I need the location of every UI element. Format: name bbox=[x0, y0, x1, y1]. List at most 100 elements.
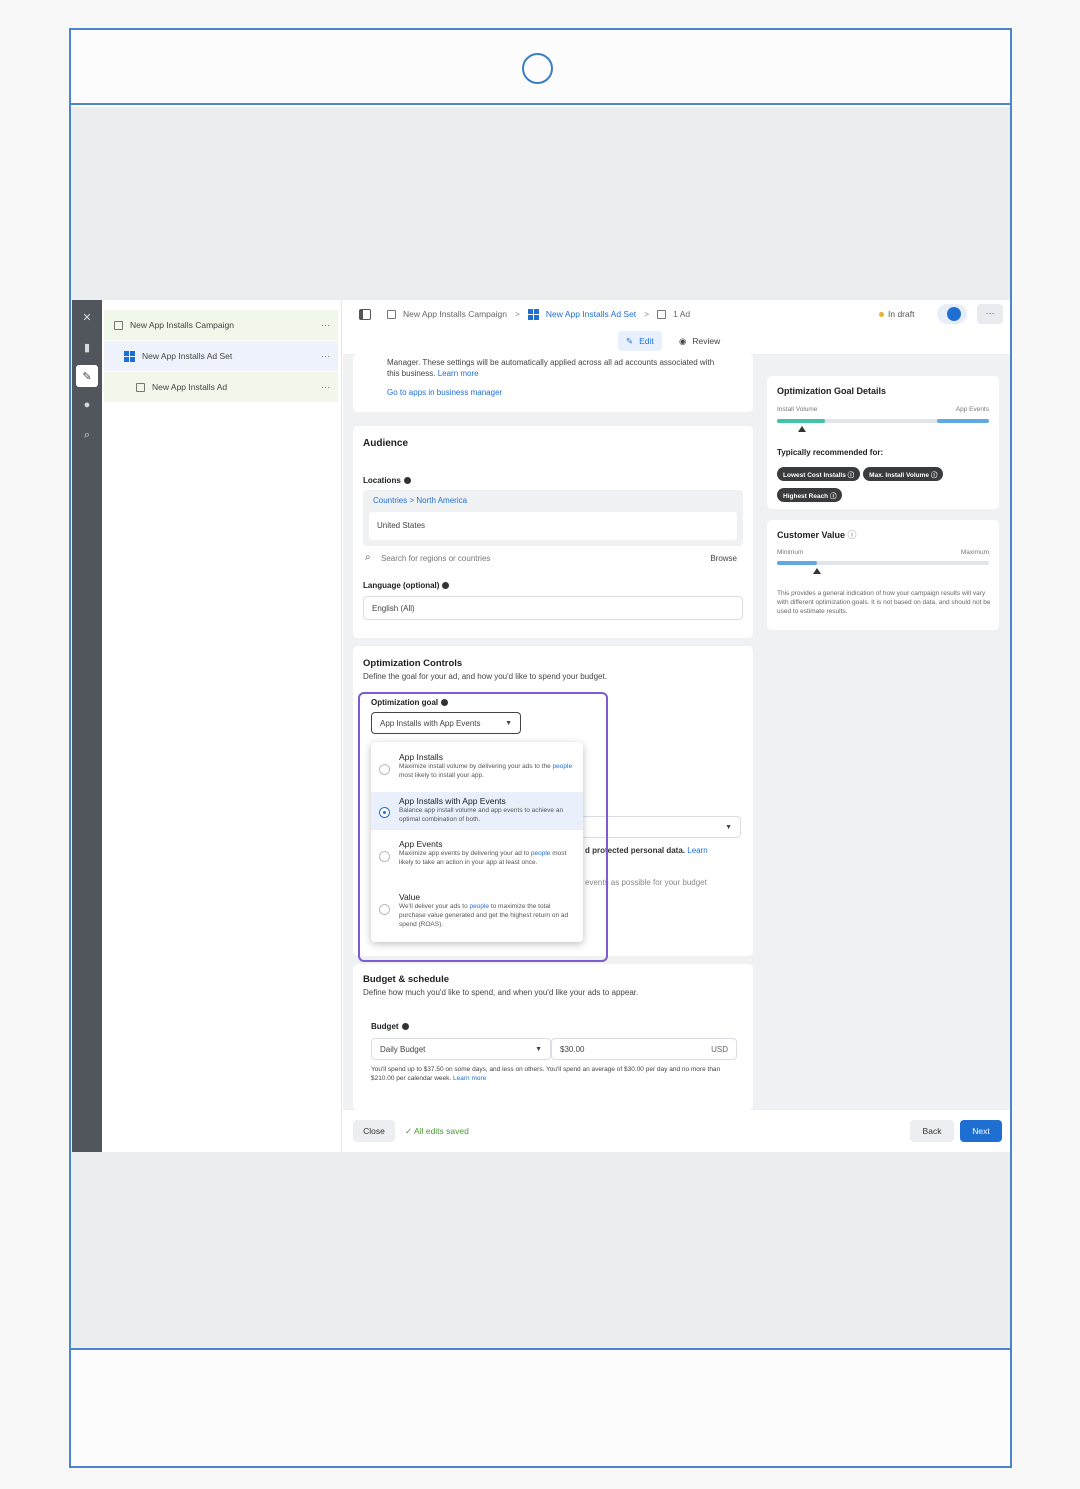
tree-item-label: New App Installs Ad bbox=[152, 382, 228, 392]
tree-item-campaign[interactable]: New App Installs Campaign ··· bbox=[104, 310, 338, 340]
learn-more-link[interactable]: Learn more bbox=[438, 369, 479, 378]
recommended-label: Typically recommended for: bbox=[777, 448, 884, 457]
customer-value-title-text: Customer Value bbox=[777, 530, 846, 540]
tree-item-ad[interactable]: New App Installs Ad ··· bbox=[104, 372, 338, 402]
breadcrumb-label: 1 Ad bbox=[673, 309, 691, 319]
option-desc: Maximize install volume by delivering yo… bbox=[399, 762, 575, 780]
close-button[interactable]: Close bbox=[353, 1120, 395, 1142]
audience-title: Audience bbox=[363, 438, 409, 449]
tree-item-label: New App Installs Campaign bbox=[130, 320, 234, 330]
device-top-bezel bbox=[71, 30, 1010, 105]
budget-schedule-card: Budget & schedule Define how much you'd … bbox=[353, 964, 753, 1110]
tree-item-label: New App Installs Ad Set bbox=[142, 351, 233, 361]
option-app-events[interactable]: App Events Maximize app events by delive… bbox=[371, 835, 583, 885]
close-icon[interactable]: ✕ bbox=[76, 306, 98, 328]
goal-details-title: Optimization Goal Details bbox=[777, 386, 887, 396]
location-chip-area: United States bbox=[369, 512, 737, 540]
edit-pencil-icon[interactable]: ✎ bbox=[76, 365, 98, 387]
info-icon[interactable] bbox=[441, 699, 449, 707]
tree-item-adset[interactable]: New App Installs Ad Set ··· bbox=[104, 341, 338, 371]
radio-button[interactable] bbox=[379, 764, 390, 775]
manager-text: Manager. These settings will be automati… bbox=[387, 358, 717, 380]
more-options-icon[interactable]: ··· bbox=[321, 351, 330, 361]
pencil-icon: ✎ bbox=[626, 335, 634, 346]
language-field[interactable]: English (All) bbox=[363, 596, 743, 620]
locations-label-text: Locations bbox=[363, 476, 401, 485]
maximum-label: Maximum bbox=[960, 549, 989, 556]
people-link[interactable]: people bbox=[553, 763, 573, 770]
location-value[interactable]: United States bbox=[377, 521, 425, 532]
budget-type-select[interactable]: Daily Budget ▼ bbox=[371, 1038, 551, 1060]
option-desc-text: Maximize install volume by delivering yo… bbox=[399, 763, 553, 770]
value-slider-fill bbox=[777, 561, 818, 565]
option-app-installs-with-events[interactable]: App Installs with App Events Balance app… bbox=[371, 792, 583, 830]
search-icon[interactable]: ⌕ bbox=[76, 424, 98, 446]
language-label: Language (optional) bbox=[363, 581, 450, 590]
option-desc-text: We'll deliver your ads to bbox=[399, 903, 470, 910]
info-icon[interactable]: ⓘ bbox=[845, 530, 857, 540]
tab-edit[interactable]: ✎ Edit bbox=[618, 331, 662, 351]
pill-max-install-volume: Max. Install Volume ⓘ bbox=[863, 467, 944, 481]
adset-grid-icon bbox=[124, 350, 135, 362]
search-icon: ⌕ bbox=[365, 552, 371, 563]
info-icon[interactable] bbox=[442, 582, 450, 590]
hidden-learn-link[interactable]: Learn bbox=[687, 846, 707, 855]
customer-value-card: Customer Value ⓘ Minimum Maximum This pr… bbox=[767, 520, 999, 630]
back-button[interactable]: Back bbox=[910, 1120, 954, 1142]
chart-icon[interactable]: ▮ bbox=[76, 336, 98, 358]
business-manager-link[interactable]: Go to apps in business manager bbox=[387, 388, 502, 399]
campaign-tree: New App Installs Campaign ··· New App In… bbox=[102, 300, 342, 1152]
next-button[interactable]: Next bbox=[960, 1120, 1002, 1142]
ad-icon bbox=[136, 382, 145, 392]
people-link[interactable]: people bbox=[469, 903, 489, 910]
option-desc: We'll deliver your ads to people to maxi… bbox=[399, 902, 575, 929]
info-icon[interactable] bbox=[401, 1023, 409, 1031]
people-link[interactable]: people bbox=[531, 850, 551, 857]
option-title: Value bbox=[399, 892, 421, 902]
language-label-text: Language (optional) bbox=[363, 581, 440, 590]
budget-type-value: Daily Budget bbox=[380, 1044, 426, 1054]
chevron-right-icon: > bbox=[644, 309, 650, 319]
device-screen: ✕ ▮ ✎ ● ⌕ New App Installs Campaign ··· … bbox=[71, 107, 1010, 1348]
locations-path[interactable]: Countries > North America bbox=[373, 496, 467, 507]
audience-card: Audience Locations Countries > North Ame… bbox=[353, 426, 753, 638]
camera-circle-icon bbox=[522, 53, 553, 84]
option-title: App Installs bbox=[399, 752, 443, 762]
more-options-icon[interactable]: ··· bbox=[321, 382, 330, 392]
radio-button-selected[interactable] bbox=[380, 808, 389, 817]
info-icon[interactable] bbox=[403, 477, 411, 485]
breadcrumb-campaign[interactable]: New App Installs Campaign > bbox=[387, 309, 520, 319]
goal-slider-segment-installs bbox=[777, 419, 825, 423]
budget-amount-input[interactable]: $30.00 USD bbox=[551, 1038, 737, 1060]
install-volume-label: Install Volume bbox=[777, 406, 818, 413]
more-button[interactable]: ··· bbox=[977, 304, 1003, 324]
radio-button[interactable] bbox=[379, 904, 390, 915]
caret-down-icon: ▼ bbox=[535, 1045, 542, 1053]
more-options-icon[interactable]: ··· bbox=[321, 320, 330, 330]
browse-link[interactable]: Browse bbox=[710, 554, 737, 565]
optimization-goal-select[interactable]: App Installs with App Events ▼ bbox=[371, 712, 521, 734]
tab-review[interactable]: ◉ Review bbox=[671, 331, 728, 351]
breadcrumb-ad[interactable]: 1 Ad bbox=[657, 309, 690, 319]
publish-toggle[interactable] bbox=[937, 304, 967, 324]
optimization-goal-menu: App Installs Maximize install volume by … bbox=[371, 742, 583, 942]
clock-icon[interactable]: ● bbox=[76, 394, 98, 416]
pill-label: Highest Reach bbox=[783, 493, 829, 500]
breadcrumb-adset[interactable]: New App Installs Ad Set > bbox=[527, 308, 650, 320]
optimization-title: Optimization Controls bbox=[363, 658, 463, 669]
selected-goal: App Installs with App Events bbox=[380, 718, 481, 728]
sidebar-toggle-icon[interactable] bbox=[359, 308, 371, 320]
option-value[interactable]: Value We'll deliver your ads to people t… bbox=[371, 888, 583, 940]
locations-label: Locations bbox=[363, 476, 411, 485]
learn-more-link[interactable]: Learn more bbox=[453, 1075, 486, 1082]
location-search[interactable]: ⌕ Search for regions or countries Browse bbox=[363, 550, 743, 570]
app-events-label: App Events bbox=[955, 406, 989, 413]
option-app-installs[interactable]: App Installs Maximize install volume by … bbox=[371, 748, 583, 790]
minimum-label: Minimum bbox=[777, 549, 804, 556]
option-desc: Balance app install volume and app event… bbox=[399, 806, 575, 824]
radio-button[interactable] bbox=[379, 851, 390, 862]
save-status-label: All edits saved bbox=[414, 1126, 469, 1136]
manager-description: Manager. These settings will be automati… bbox=[387, 358, 715, 378]
chevron-right-icon: > bbox=[514, 309, 520, 319]
budget-label: Budget bbox=[371, 1022, 409, 1031]
